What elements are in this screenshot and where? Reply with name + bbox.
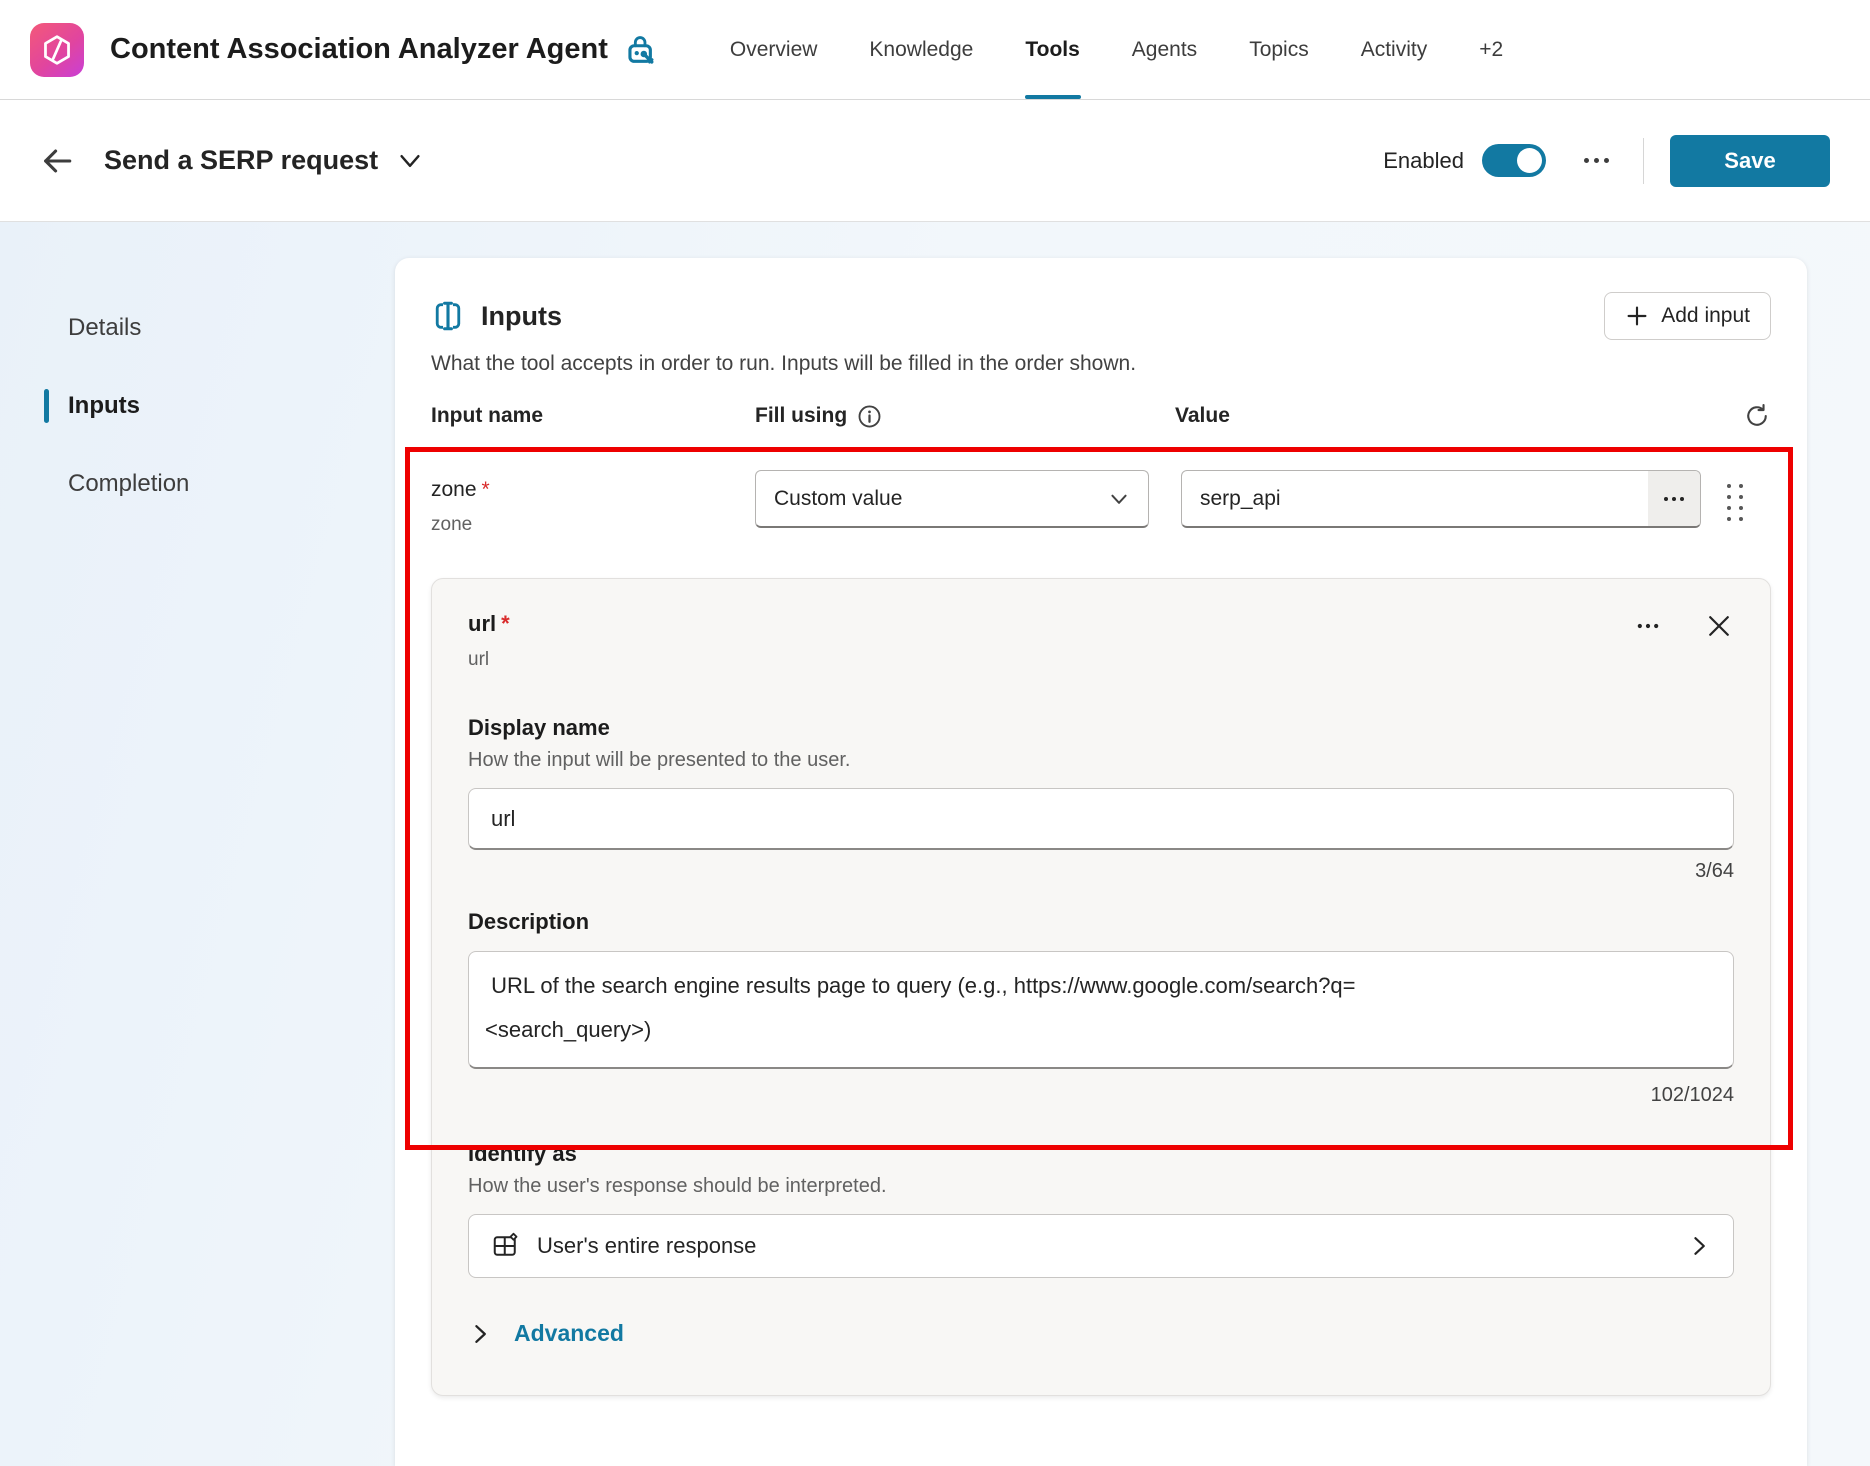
back-arrow-icon[interactable] <box>40 144 74 178</box>
description-counter: 102/1024 <box>468 1084 1734 1107</box>
tab-agents[interactable]: Agents <box>1106 0 1223 99</box>
chevron-down-icon[interactable] <box>398 149 422 173</box>
required-asterisk: * <box>482 478 490 501</box>
drag-handle-icon[interactable] <box>1727 484 1744 522</box>
tab-topics[interactable]: Topics <box>1223 0 1335 99</box>
refresh-icon[interactable] <box>1743 402 1771 430</box>
tab-more[interactable]: +2 <box>1453 0 1529 99</box>
fill-using-selected: Custom value <box>774 487 1108 511</box>
advanced-expander[interactable]: Advanced <box>468 1320 1734 1347</box>
sidebar-item-completion[interactable]: Completion <box>0 458 395 510</box>
url-subname: url <box>468 649 510 671</box>
info-icon[interactable] <box>857 404 882 429</box>
tab-knowledge[interactable]: Knowledge <box>843 0 999 99</box>
column-input-name: Input name <box>431 404 755 428</box>
tab-tools[interactable]: Tools <box>999 0 1105 99</box>
zone-value-input[interactable] <box>1182 471 1648 526</box>
inputs-panel: Inputs Add input What the tool accepts i… <box>395 258 1807 1466</box>
sidebar: Details Inputs Completion <box>0 222 395 1466</box>
content-area: Details Inputs Completion Inputs Add inp… <box>0 222 1870 1466</box>
url-input-card: url* url <box>431 578 1771 1396</box>
save-button[interactable]: Save <box>1670 135 1830 187</box>
top-nav: Overview Knowledge Tools Agents Topics A… <box>704 0 1529 99</box>
display-name-counter: 3/64 <box>468 860 1734 883</box>
fill-using-dropdown[interactable]: Custom value <box>755 470 1149 528</box>
sidebar-item-details[interactable]: Details <box>0 302 395 354</box>
chevron-down-icon <box>1108 488 1130 510</box>
enabled-label: Enabled <box>1383 148 1464 174</box>
identify-as-label: Identify as <box>468 1141 1734 1167</box>
panel-title: Inputs <box>481 301 562 332</box>
app-title: Content Association Analyzer Agent <box>110 33 608 66</box>
url-name-label: url* <box>468 611 510 637</box>
inputs-icon <box>431 299 465 333</box>
column-value: Value <box>1175 404 1743 428</box>
app-header: Content Association Analyzer Agent Overv… <box>0 0 1870 100</box>
panel-subtitle: What the tool accepts in order to run. I… <box>431 352 1771 376</box>
display-name-input[interactable] <box>468 788 1734 850</box>
tool-name: Send a SERP request <box>104 145 378 176</box>
plus-icon <box>1625 304 1649 328</box>
inputs-panel-header: Inputs Add input <box>431 292 1771 340</box>
identify-as-section: Identify as How the user's response shou… <box>468 1141 1734 1278</box>
enabled-toggle[interactable] <box>1482 144 1546 177</box>
zone-subname: zone <box>431 514 755 536</box>
sidebar-item-inputs[interactable]: Inputs <box>0 380 395 432</box>
chevron-right-icon <box>1687 1234 1711 1258</box>
identify-as-selector[interactable]: User's entire response <box>468 1214 1734 1278</box>
app-logo <box>30 23 84 77</box>
zone-value-field[interactable] <box>1181 470 1701 528</box>
display-name-label: Display name <box>468 715 1734 741</box>
required-asterisk: * <box>501 611 510 636</box>
tab-overview[interactable]: Overview <box>704 0 844 99</box>
tab-activity[interactable]: Activity <box>1335 0 1454 99</box>
zone-name-label: zone* <box>431 478 755 502</box>
value-more-button[interactable] <box>1648 471 1700 526</box>
close-icon[interactable] <box>1704 611 1734 641</box>
hexagon-code-icon <box>41 34 73 66</box>
description-label: Description <box>468 909 1734 935</box>
input-row-zone: zone* zone Custom value <box>431 470 1771 536</box>
display-name-hint: How the input will be presented to the u… <box>468 749 1734 772</box>
description-textarea[interactable]: URL of the search engine results page to… <box>468 951 1734 1069</box>
chevron-right-icon <box>468 1322 492 1346</box>
identify-as-value: User's entire response <box>537 1233 756 1259</box>
tool-toolbar: Send a SERP request Enabled Save <box>0 100 1870 222</box>
column-fill-using: Fill using <box>755 404 847 428</box>
url-more-button[interactable] <box>1634 612 1662 640</box>
response-grid-icon <box>491 1231 521 1261</box>
add-input-button[interactable]: Add input <box>1604 292 1771 340</box>
display-name-section: Display name How the input will be prese… <box>468 715 1734 883</box>
add-input-label: Add input <box>1661 304 1750 328</box>
column-headers: Input name Fill using Value <box>431 402 1771 430</box>
identify-as-hint: How the user's response should be interp… <box>468 1175 1734 1198</box>
divider <box>1643 138 1644 184</box>
lock-key-icon <box>624 33 658 67</box>
description-section: Description URL of the search engine res… <box>468 909 1734 1107</box>
advanced-label: Advanced <box>514 1320 624 1347</box>
toolbar-more-button[interactable] <box>1576 150 1617 171</box>
